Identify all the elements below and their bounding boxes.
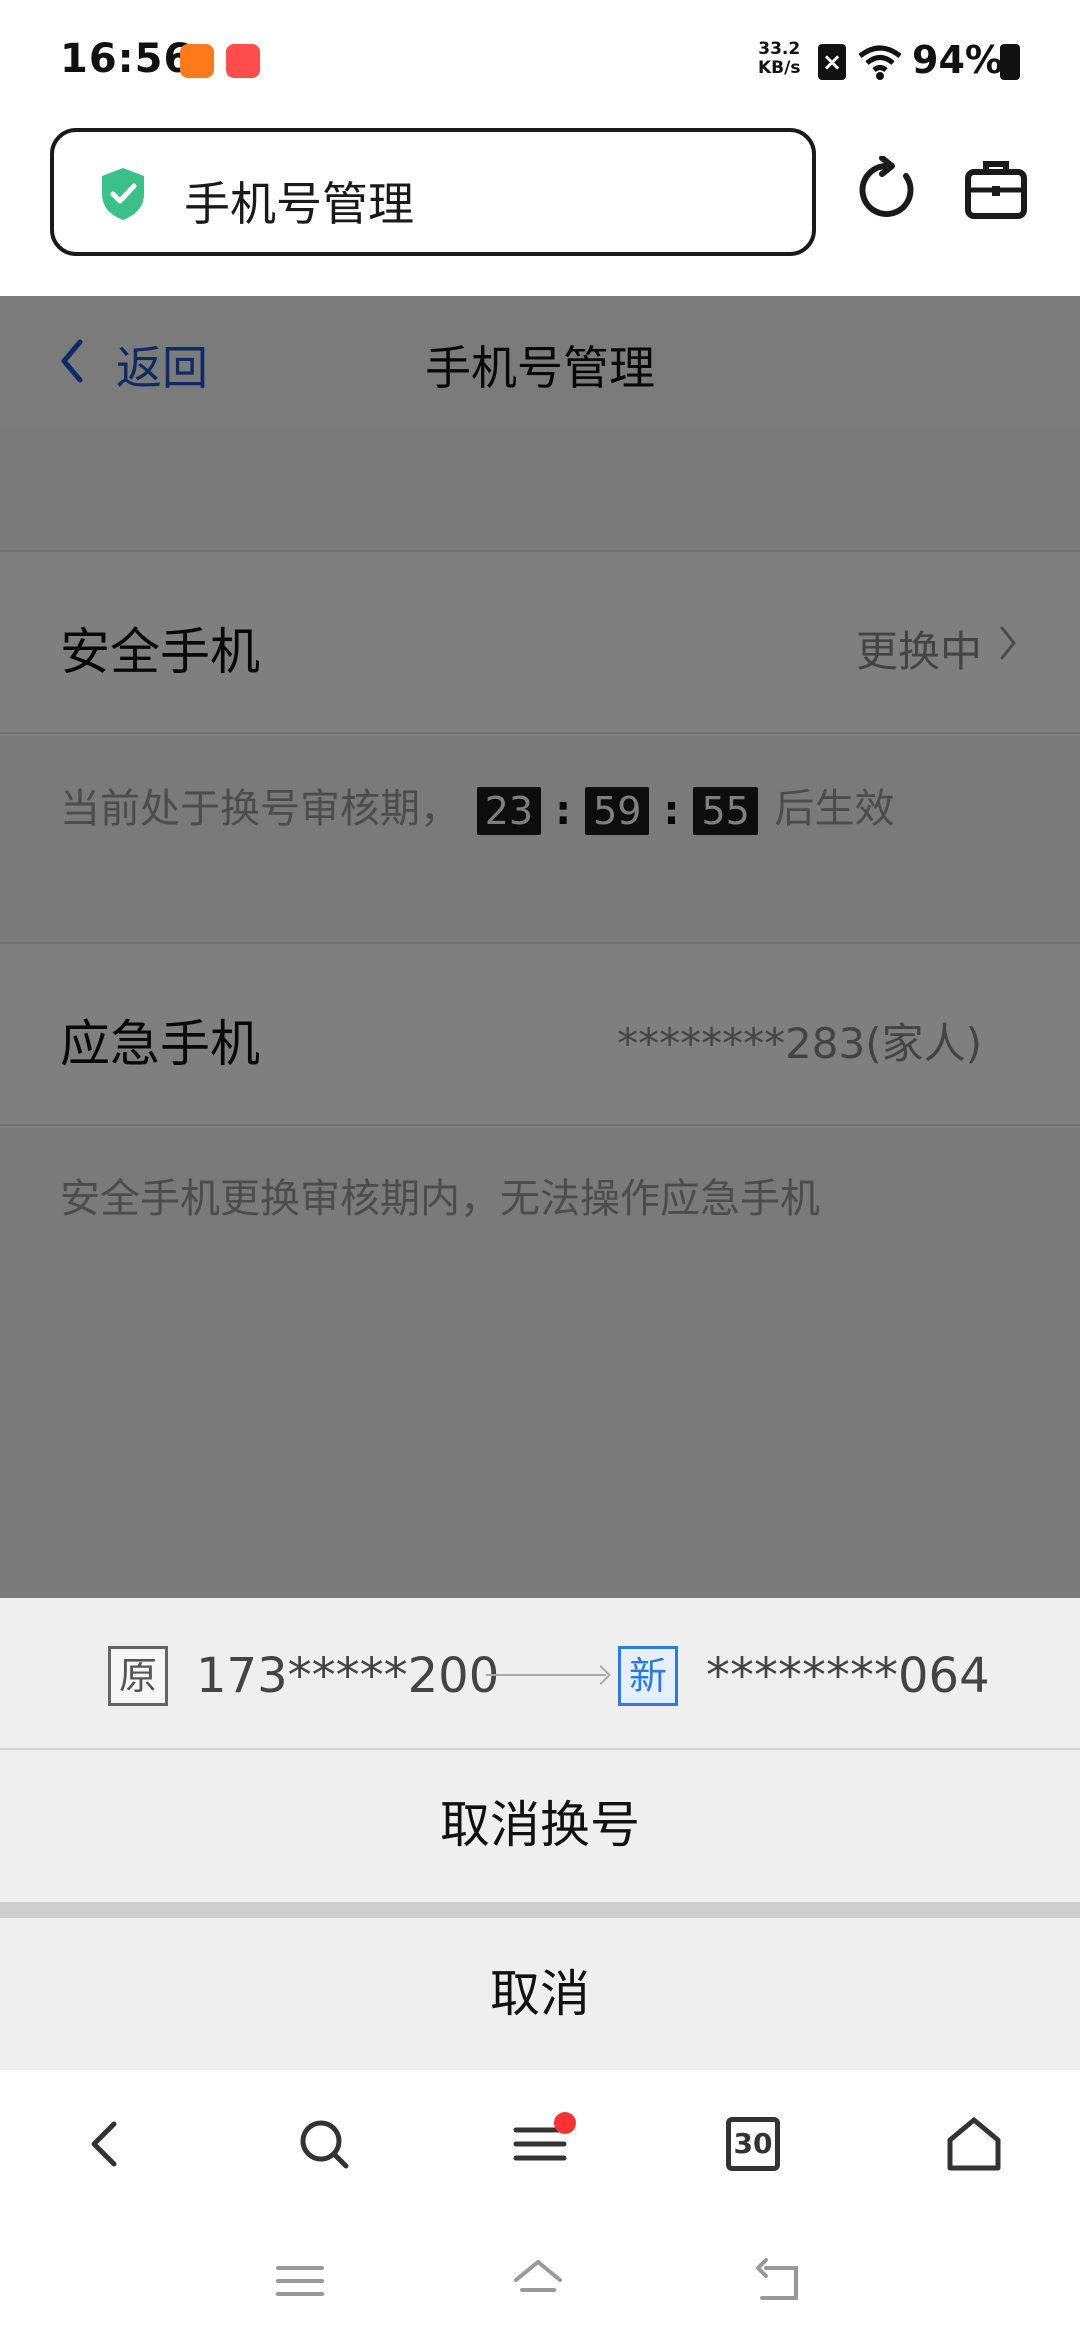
toolbox-icon[interactable]	[964, 158, 1028, 220]
browser-toolbar: 30	[0, 2070, 1080, 2220]
old-number-tag: 原	[108, 1646, 168, 1706]
back-icon[interactable]	[76, 2114, 136, 2174]
search-icon[interactable]	[294, 2114, 354, 2174]
arrow-right-icon	[486, 1674, 606, 1676]
huawei-app-icon	[226, 44, 260, 78]
tabs-count-button[interactable]: 30	[726, 2117, 780, 2171]
bottom-sheet: 原 173*****200 新 ********064 取消换号 取消	[0, 1598, 1080, 2070]
system-navigation-bar	[0, 2220, 1080, 2344]
shield-check-icon	[102, 168, 144, 220]
modal-overlay[interactable]	[0, 296, 1080, 1598]
refresh-icon[interactable]	[856, 156, 920, 224]
address-bar[interactable]: 手机号管理	[50, 128, 816, 256]
sheet-divider	[0, 1902, 1080, 1918]
battery-icon	[1000, 44, 1020, 80]
cancel-button[interactable]: 取消	[0, 1918, 1080, 2070]
battery-percent: 94%	[912, 38, 1003, 82]
address-title: 手机号管理	[184, 177, 414, 231]
old-number: 173*****200	[196, 1648, 500, 1704]
cancel-change-button[interactable]: 取消换号	[0, 1750, 1080, 1900]
status-time: 16:56	[60, 36, 193, 82]
number-change-summary: 原 173*****200 新 ********064	[0, 1598, 1080, 1750]
wifi-icon	[858, 45, 902, 80]
new-number: ********064	[706, 1648, 990, 1704]
network-speed-value: 33.2	[758, 39, 801, 59]
home-icon[interactable]	[944, 2114, 1004, 2174]
no-sim-icon: ×	[818, 44, 846, 80]
network-speed-unit: KB/s	[758, 58, 801, 78]
recents-icon[interactable]	[274, 2256, 326, 2306]
system-home-icon[interactable]	[512, 2256, 564, 2306]
network-speed: 33.2 KB/s	[758, 40, 800, 78]
status-bar: 16:56 33.2 KB/s × 94%	[0, 0, 1080, 120]
arrow-head	[591, 1665, 611, 1685]
notification-dot	[554, 2112, 576, 2134]
new-number-tag: 新	[618, 1646, 678, 1706]
kuaishou-app-icon	[180, 44, 214, 78]
system-back-icon[interactable]	[752, 2256, 804, 2306]
